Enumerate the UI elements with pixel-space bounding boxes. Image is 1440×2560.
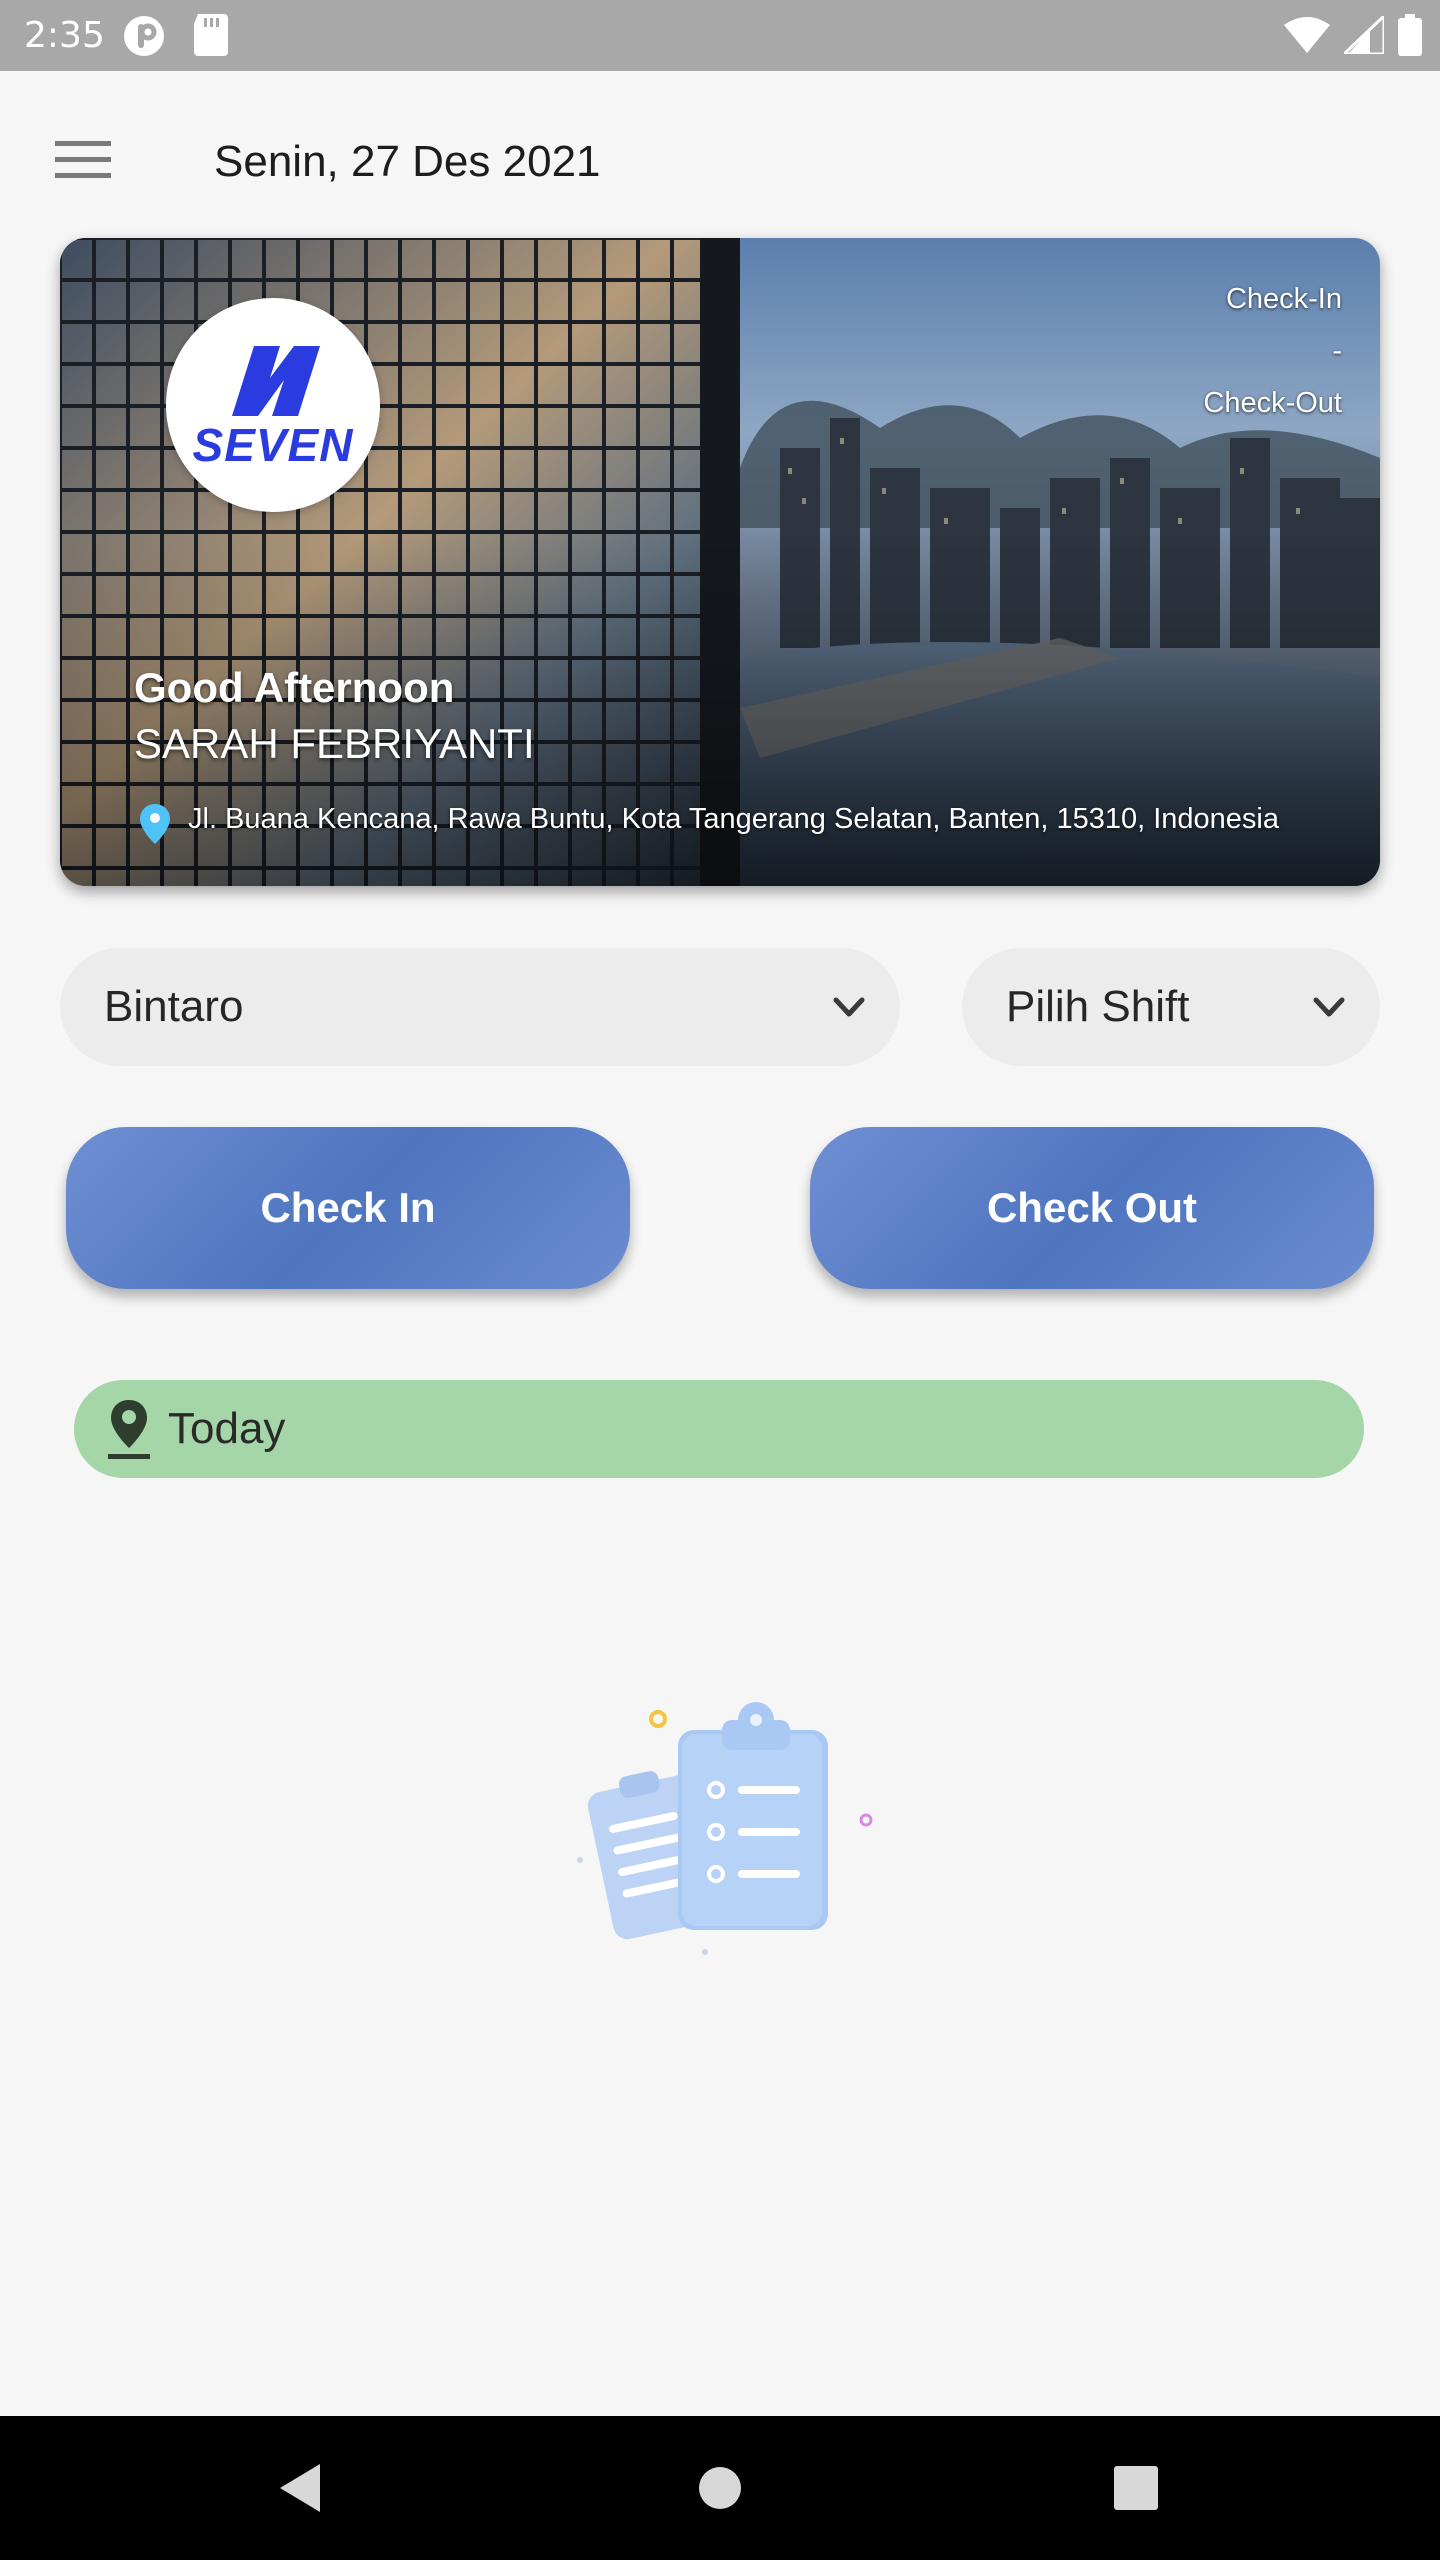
home-button[interactable] <box>682 2450 758 2526</box>
home-circle-icon <box>699 2467 741 2509</box>
shift-dropdown-value: Pilih Shift <box>1006 982 1190 1031</box>
system-nav-bar <box>0 2416 1440 2560</box>
location-pin-icon <box>140 804 170 844</box>
location-dropdown-value: Bintaro <box>104 982 244 1031</box>
sd-card-icon <box>194 14 228 56</box>
status-bar: 2:35 <box>0 0 1440 71</box>
back-triangle-icon <box>280 2464 320 2512</box>
back-button[interactable] <box>262 2450 338 2526</box>
signal-icon <box>1344 16 1384 54</box>
user-name: SARAH FEBRIYANTI <box>134 720 535 767</box>
logo-text: SEVEN <box>192 419 354 471</box>
check-in-button[interactable]: Check In <box>66 1127 630 1289</box>
today-bar: Today <box>74 1380 1364 1478</box>
user-address: Jl. Buana Kencana, Rawa Buntu, Kota Tang… <box>188 803 1279 835</box>
clipboard-list-icon <box>577 1702 873 1955</box>
today-label: Today <box>168 1404 286 1453</box>
recents-square-icon <box>1114 2466 1158 2510</box>
status-icons <box>1284 12 1422 58</box>
company-logo: SEVEN <box>166 298 380 512</box>
check-separator: - <box>1332 335 1342 367</box>
status-time: 2:35 <box>24 15 105 56</box>
recents-button[interactable] <box>1098 2450 1174 2526</box>
menu-button[interactable] <box>44 130 122 190</box>
chevron-down-icon <box>1313 997 1345 1017</box>
location-dropdown[interactable]: Bintaro <box>60 948 900 1066</box>
battery-icon <box>1398 14 1422 56</box>
page-title-date: Senin, 27 Des 2021 <box>214 137 601 186</box>
check-out-button[interactable]: Check Out <box>810 1127 1374 1289</box>
wifi-icon <box>1284 17 1330 53</box>
check-out-time-label: Check-Out <box>1203 387 1342 419</box>
chevron-down-icon <box>833 997 865 1017</box>
greeting: Good Afternoon <box>134 664 455 711</box>
seven-logo-icon <box>232 346 320 416</box>
pocket-icon <box>124 16 164 56</box>
hamburger-menu-icon <box>55 141 111 178</box>
check-in-time-label: Check-In <box>1225 283 1342 315</box>
shift-dropdown[interactable]: Pilih Shift <box>962 948 1380 1066</box>
check-times: Check-In - Check-Out <box>1042 280 1342 422</box>
hero-card: SEVEN Check-In - Check-Out Good Afternoo… <box>60 238 1380 886</box>
location-pin-icon <box>108 1400 150 1459</box>
